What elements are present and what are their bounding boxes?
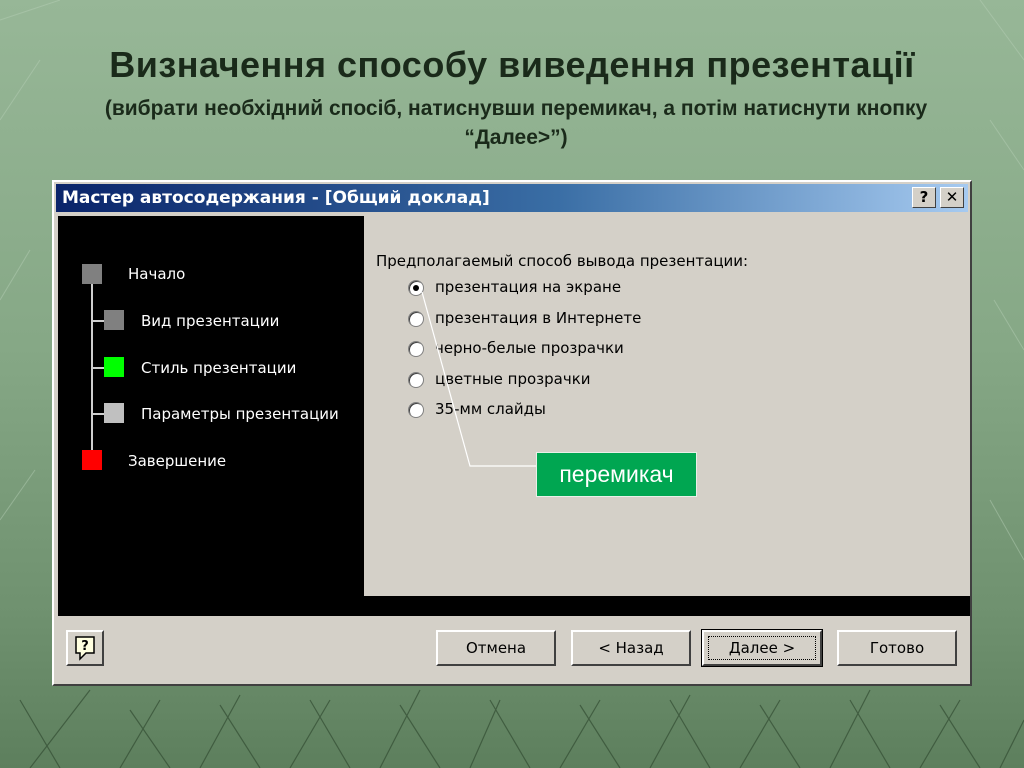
- finish-button[interactable]: Готово: [837, 630, 957, 666]
- radio-bw-transparencies[interactable]: [408, 341, 424, 357]
- cancel-button-label: Отмена: [465, 639, 527, 657]
- help-bubble-icon: ?: [75, 636, 95, 661]
- step-marker-params: [104, 403, 124, 423]
- back-button-label: < Назад: [598, 639, 664, 657]
- step-marker-style: [104, 357, 124, 377]
- radio-internet[interactable]: [408, 311, 424, 327]
- step-label-finish[interactable]: Завершение: [128, 452, 226, 470]
- finish-button-label: Готово: [869, 639, 925, 657]
- question-icon: ?: [919, 188, 929, 206]
- radio-color-transparencies[interactable]: [408, 372, 424, 388]
- slide-subtitle: (вибрати необхідний спосіб, натиснувши п…: [104, 97, 928, 149]
- output-method-group-label: Предполагаемый способ вывода презентации…: [376, 252, 749, 270]
- step-label-view[interactable]: Вид презентации: [141, 312, 279, 330]
- svg-text:?: ?: [81, 639, 89, 654]
- dialog-title: Мастер автосодержания - [Общий доклад]: [62, 188, 490, 208]
- option-label[interactable]: цветные прозрачки: [435, 370, 591, 388]
- step-marker-view: [104, 310, 124, 330]
- dialog-titlebar[interactable]: Мастер автосодержания - [Общий доклад]: [56, 184, 968, 212]
- help-button[interactable]: ?: [66, 630, 104, 666]
- cancel-button[interactable]: Отмена: [436, 630, 556, 666]
- radio-on-screen[interactable]: [408, 280, 424, 296]
- step-marker-start: [82, 264, 102, 284]
- step-label-start[interactable]: Начало: [128, 265, 185, 283]
- step-marker-finish: [82, 450, 102, 470]
- step-label-style[interactable]: Стиль презентации: [141, 359, 296, 377]
- option-label[interactable]: презентация в Интернете: [435, 309, 641, 327]
- back-button[interactable]: < Назад: [571, 630, 691, 666]
- option-label[interactable]: 35-мм слайды: [435, 400, 546, 418]
- option-label[interactable]: презентация на экране: [435, 278, 621, 296]
- titlebar-help-button[interactable]: ?: [912, 187, 936, 208]
- steps-connector-line: [91, 282, 93, 460]
- next-button[interactable]: Далее >: [701, 629, 823, 667]
- slide-title: Визначення способу виведення презентації: [109, 44, 915, 85]
- radio-35mm-slides[interactable]: [408, 402, 424, 418]
- switch-callout-label: перемикач: [536, 452, 697, 497]
- titlebar-close-button[interactable]: ✕: [940, 187, 964, 208]
- panel-bottom-strip: [58, 596, 970, 616]
- focus-rectangle: [708, 636, 816, 660]
- close-icon: ✕: [945, 188, 959, 206]
- step-label-params[interactable]: Параметры презентации: [141, 405, 339, 423]
- option-label[interactable]: черно-белые прозрачки: [435, 339, 624, 357]
